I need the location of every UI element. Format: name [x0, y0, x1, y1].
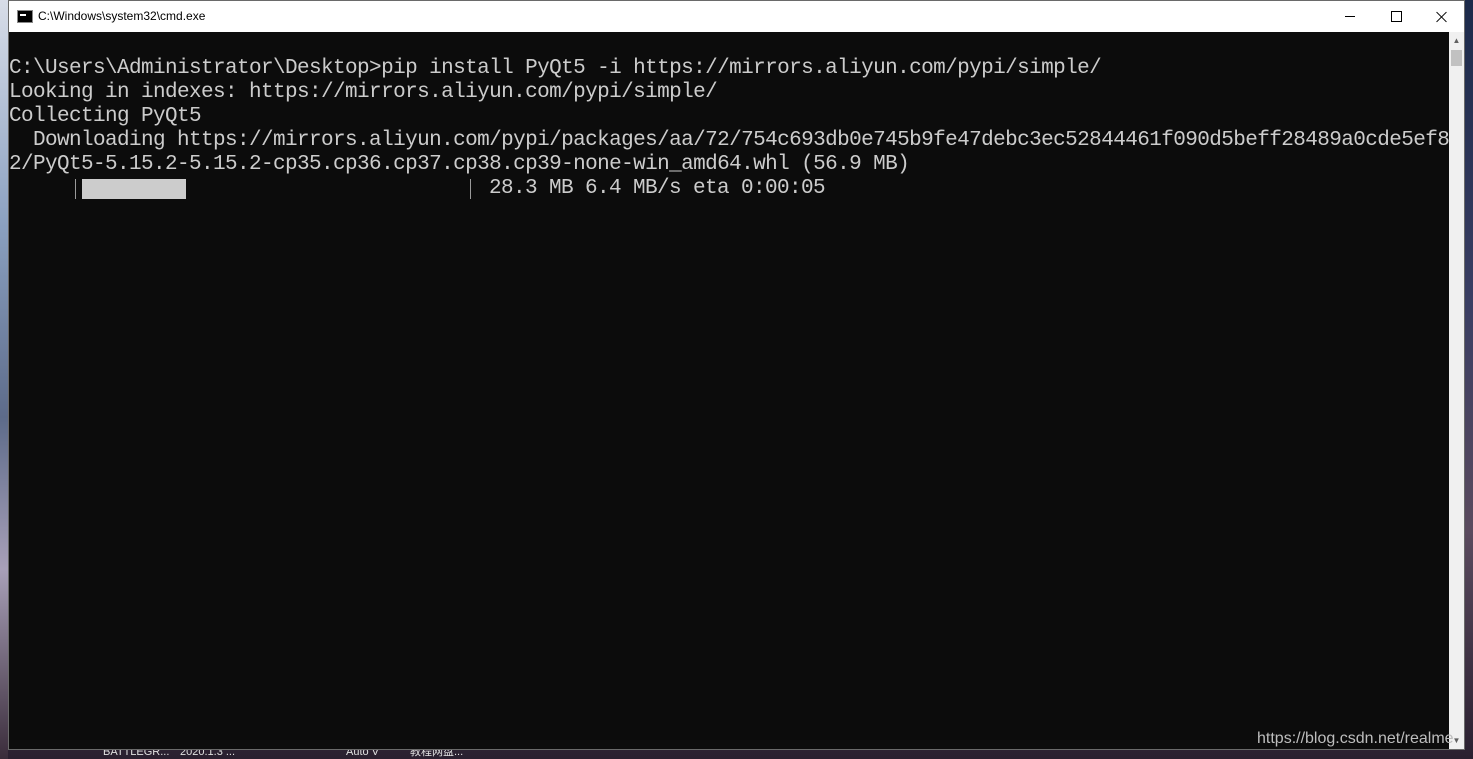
- console-line-indexes: Looking in indexes: https://mirrors.aliy…: [9, 81, 718, 104]
- scroll-up-arrow-icon[interactable]: ▲: [1449, 32, 1464, 49]
- minimize-button[interactable]: [1327, 1, 1373, 32]
- desktop-icons-strip: [0, 0, 8, 759]
- watermark: https://blog.csdn.net/realme: [1257, 730, 1454, 747]
- minimize-icon: [1345, 16, 1355, 17]
- close-button[interactable]: [1419, 1, 1465, 32]
- titlebar[interactable]: C:\Windows\system32\cmd.exe: [9, 1, 1464, 32]
- console-line-downloading: Downloading https://mirrors.aliyun.com/p…: [9, 129, 1449, 152]
- progress-status: 28.3 MB 6.4 MB/s eta 0:00:05: [489, 177, 826, 200]
- maximize-button[interactable]: [1373, 1, 1419, 32]
- console-line-collecting: Collecting PyQt5: [9, 105, 202, 128]
- progress-bar-fill: [82, 179, 186, 199]
- console-line-command: C:\Users\Administrator\Desktop>pip insta…: [9, 57, 1102, 80]
- close-icon: [1436, 11, 1448, 23]
- progress-bar: [75, 179, 471, 199]
- vertical-scrollbar[interactable]: ▲ ▼: [1449, 32, 1464, 749]
- console-output[interactable]: C:\Users\Administrator\Desktop>pip insta…: [9, 32, 1449, 749]
- cmd-window: C:\Windows\system32\cmd.exe C:\Users\Adm…: [8, 0, 1465, 750]
- window-title: C:\Windows\system32\cmd.exe: [38, 9, 206, 23]
- maximize-icon: [1390, 11, 1402, 22]
- scroll-thumb[interactable]: [1451, 50, 1462, 66]
- console-line-package: 2/PyQt5-5.15.2-5.15.2-cp35.cp36.cp37.cp3…: [9, 153, 910, 176]
- cmd-app-icon[interactable]: [17, 10, 33, 23]
